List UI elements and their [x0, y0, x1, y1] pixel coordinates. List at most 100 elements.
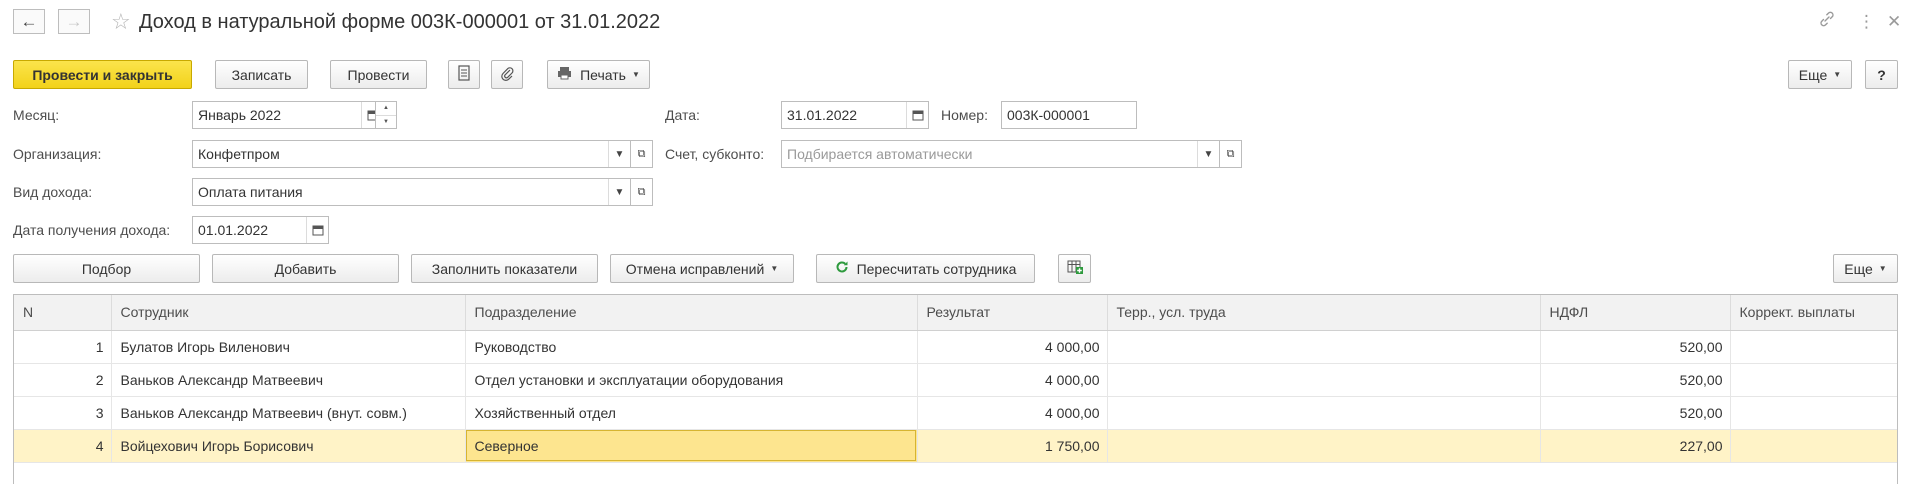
department-cell-active[interactable]: Северное	[465, 429, 918, 463]
column-header-correction[interactable]: Коррект. выплаты	[1730, 295, 1897, 331]
date-value: 31.01.2022	[787, 107, 858, 123]
attach-button[interactable]	[491, 60, 523, 89]
income-type-value: Оплата питания	[198, 184, 303, 200]
ndfl-cell[interactable]: 227,00	[1540, 429, 1731, 463]
result-cell[interactable]: 1 750,00	[917, 429, 1108, 463]
employee-cell[interactable]: Ваньков Александр Матвеевич (внут. совм.…	[111, 396, 466, 430]
territory-cell[interactable]	[1107, 429, 1541, 463]
organization-value: Конфетпром	[198, 146, 280, 162]
column-header-result[interactable]: Результат	[917, 295, 1108, 331]
dropdown-arrow-icon[interactable]: ▼	[1197, 141, 1219, 167]
column-header-ndfl[interactable]: НДФЛ	[1540, 295, 1731, 331]
help-button[interactable]: ?	[1865, 60, 1898, 89]
account-field[interactable]: Подбирается автоматически ▼	[781, 140, 1220, 168]
table-row-selected[interactable]: 4 Войцехович Игорь Борисович Северное 1 …	[14, 429, 1897, 463]
account-placeholder: Подбирается автоматически	[787, 146, 973, 162]
print-button[interactable]: Печать ▼	[547, 60, 650, 89]
select-button[interactable]: Подбор	[13, 254, 200, 283]
report-button[interactable]	[448, 60, 480, 89]
stepper-down-icon[interactable]: ▼	[376, 116, 396, 129]
territory-cell[interactable]	[1107, 396, 1541, 430]
fill-indicators-button[interactable]: Заполнить показатели	[411, 254, 598, 283]
chevron-down-icon: ▼	[1833, 70, 1842, 79]
save-button[interactable]: Записать	[215, 60, 308, 89]
table-row[interactable]: 3 Ваньков Александр Матвеевич (внут. сов…	[14, 396, 1897, 430]
territory-cell[interactable]	[1107, 330, 1541, 364]
month-field[interactable]: Январь 2022	[192, 101, 384, 129]
open-window-icon: ⧉	[1226, 147, 1235, 160]
department-cell[interactable]: Руководство	[465, 330, 918, 364]
ndfl-cell[interactable]: 520,00	[1540, 396, 1731, 430]
department-cell[interactable]: Хозяйственный отдел	[465, 396, 918, 430]
income-date-value: 01.01.2022	[198, 222, 269, 238]
department-cell[interactable]: Отдел установки и эксплуатации оборудова…	[465, 363, 918, 397]
result-cell[interactable]: 4 000,00	[917, 363, 1108, 397]
correction-cell[interactable]	[1730, 396, 1897, 430]
table-more-button[interactable]: Еще ▼	[1833, 254, 1898, 283]
employee-cell[interactable]: Булатов Игорь Виленович	[111, 330, 466, 364]
correction-cell[interactable]	[1730, 363, 1897, 397]
recalculate-employee-button[interactable]: Пересчитать сотрудника	[816, 254, 1035, 283]
month-label: Месяц:	[13, 107, 60, 123]
ndfl-cell[interactable]: 520,00	[1540, 363, 1731, 397]
arrow-left-icon: ←	[20, 11, 38, 31]
dropdown-arrow-icon[interactable]: ▼	[608, 141, 630, 167]
month-stepper[interactable]: ▲ ▼	[375, 101, 397, 129]
more-vertical-icon[interactable]: ⋮	[1858, 10, 1875, 34]
result-cell[interactable]: 4 000,00	[917, 330, 1108, 364]
employee-cell[interactable]: Войцехович Игорь Борисович	[111, 429, 466, 463]
refresh-icon	[835, 260, 849, 277]
income-date-label: Дата получения дохода:	[13, 222, 171, 238]
column-header-n[interactable]: N	[14, 295, 112, 331]
number-field[interactable]: 003К-000001	[1001, 101, 1137, 129]
row-number: 1	[14, 330, 112, 364]
result-cell[interactable]: 4 000,00	[917, 396, 1108, 430]
income-date-field[interactable]: 01.01.2022	[192, 216, 329, 244]
date-field[interactable]: 31.01.2022	[781, 101, 929, 129]
open-window-icon: ⧉	[637, 147, 646, 160]
ndfl-cell[interactable]: 520,00	[1540, 330, 1731, 364]
chevron-down-icon: ▼	[1878, 264, 1887, 273]
table-settings-button[interactable]	[1058, 254, 1091, 283]
table-row[interactable]: 1 Булатов Игорь Виленович Руководство 4 …	[14, 330, 1897, 364]
column-header-territory[interactable]: Терр., усл. труда	[1107, 295, 1541, 331]
employees-table[interactable]: N Сотрудник Подразделение Результат Терр…	[13, 294, 1898, 484]
more-label: Еще	[1798, 66, 1828, 83]
employee-cell[interactable]: Ваньков Александр Матвеевич	[111, 363, 466, 397]
recalculate-label: Пересчитать сотрудника	[856, 260, 1017, 277]
income-type-field[interactable]: Оплата питания ▼	[192, 178, 631, 206]
more-button[interactable]: Еще ▼	[1788, 60, 1852, 89]
calendar-icon[interactable]	[306, 217, 328, 243]
column-header-employee[interactable]: Сотрудник	[111, 295, 466, 331]
open-account-button[interactable]: ⧉	[1219, 140, 1242, 168]
cancel-corrections-label: Отмена исправлений	[625, 260, 765, 277]
open-window-icon: ⧉	[637, 185, 646, 198]
stepper-up-icon[interactable]: ▲	[376, 102, 396, 116]
print-label: Печать	[580, 66, 626, 83]
favorite-star-icon[interactable]: ☆	[111, 9, 131, 35]
territory-cell[interactable]	[1107, 363, 1541, 397]
number-value: 003К-000001	[1007, 107, 1090, 123]
post-button[interactable]: Провести	[330, 60, 427, 89]
account-label: Счет, субконто:	[665, 146, 765, 162]
dropdown-arrow-icon[interactable]: ▼	[608, 179, 630, 205]
printer-icon	[557, 66, 572, 83]
back-button[interactable]: ←	[13, 9, 45, 34]
table-row[interactable]: 2 Ваньков Александр Матвеевич Отдел уста…	[14, 363, 1897, 397]
column-header-department[interactable]: Подразделение	[465, 295, 918, 331]
correction-cell[interactable]	[1730, 330, 1897, 364]
link-icon[interactable]	[1818, 10, 1836, 35]
close-icon[interactable]: ✕	[1887, 10, 1901, 34]
organization-field[interactable]: Конфетпром ▼	[192, 140, 631, 168]
add-button[interactable]: Добавить	[212, 254, 399, 283]
row-number: 2	[14, 363, 112, 397]
cancel-corrections-button[interactable]: Отмена исправлений ▼	[610, 254, 794, 283]
table-header: N Сотрудник Подразделение Результат Терр…	[14, 295, 1897, 331]
forward-button[interactable]: →	[58, 9, 90, 34]
correction-cell[interactable]	[1730, 429, 1897, 463]
open-organization-button[interactable]: ⧉	[630, 140, 653, 168]
organization-label: Организация:	[13, 146, 102, 162]
post-and-close-button[interactable]: Провести и закрыть	[13, 60, 192, 89]
calendar-icon[interactable]	[906, 102, 928, 128]
open-income-type-button[interactable]: ⧉	[630, 178, 653, 206]
